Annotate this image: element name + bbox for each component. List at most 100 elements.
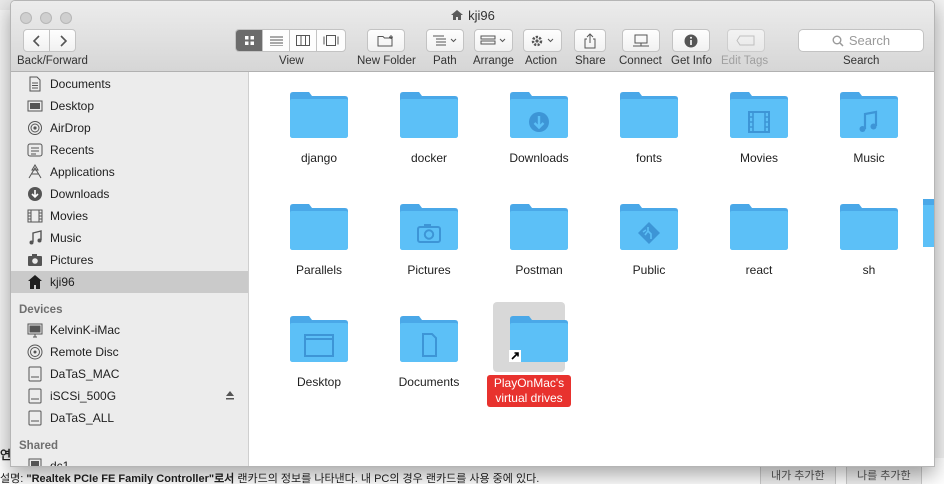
desktop-icon [27,100,43,112]
sidebar-item-movies[interactable]: Movies [11,205,248,227]
share-icon [584,32,596,48]
folder-item[interactable]: Public [604,201,694,281]
folder-icon [840,204,898,250]
new-folder-label: New Folder [357,55,416,67]
search-input[interactable]: Search [798,29,924,52]
sidebar-item-kelvink-imac[interactable]: KelvinK-iMac [11,319,248,341]
folder-icon [290,92,348,138]
folder-item[interactable]: react [714,201,804,281]
forward-button[interactable] [49,29,76,52]
sidebar-item-label: KelvinK-iMac [50,323,121,337]
gallery-view-icon [323,35,339,46]
new-folder-button[interactable] [367,29,405,52]
folder-icon [400,316,458,362]
folder-item[interactable]: Pictures [384,201,474,281]
sidebar-item-recents[interactable]: Recents [11,139,248,161]
folder-item[interactable]: Documents [384,313,474,393]
folder-icon [400,92,458,138]
folder-item[interactable]: Downloads [494,89,584,169]
tag-icon [736,35,755,46]
folder-name-selected: PlayOnMac's virtual drives [487,375,571,407]
sidebar-item-dc1[interactable]: dc1 [11,455,248,466]
edit-tags-label: Edit Tags [721,55,769,67]
chevron-right-icon [59,34,67,47]
back-button[interactable] [23,29,50,52]
music-icon-wrap [26,230,44,246]
search-label: Search [843,55,880,67]
view-icons-button[interactable] [236,30,263,51]
arrange-button[interactable] [474,29,513,52]
path-button[interactable] [426,29,464,52]
share-button[interactable] [574,29,606,52]
folder-item[interactable]: sh [824,201,914,281]
sidebar-item-downloads[interactable]: Downloads [11,183,248,205]
sidebar-item-remote-disc[interactable]: Remote Disc [11,341,248,363]
folder-icon [510,204,568,250]
sidebar-item-music[interactable]: Music [11,227,248,249]
folder-icon [510,92,568,138]
home-icon [28,275,42,289]
sidebar-item-datas-mac[interactable]: DaTaS_MAC [11,363,248,385]
background-bottom-text: 설명: "Realtek PCIe FE Family Controller"로… [0,473,540,484]
folder-name: Documents [398,375,460,389]
folder-item[interactable]: Desktop [274,313,364,393]
sidebar-item-desktop[interactable]: Desktop [11,95,248,117]
recents-icon-wrap [26,142,44,158]
file-browser-content: django docker Downloads fonts Movies Mus… [250,72,934,466]
sidebar-item-applications[interactable]: Applications [11,161,248,183]
get-info-button[interactable] [672,29,710,52]
applications-icon-wrap [26,164,44,180]
folder-icon [620,92,678,138]
home-icon-wrap [26,274,44,290]
folder-item[interactable]: Music [824,89,914,169]
action-label: Action [525,55,557,67]
background-page-left [0,10,10,484]
path-icon [433,35,457,46]
connect-label: Connect [619,55,662,67]
disc-icon [27,344,43,360]
airdrop-icon-wrap [26,120,44,136]
folder-name: fonts [635,151,662,165]
sidebar-item-iscsi-500g[interactable]: iSCSi_500G [11,385,248,407]
sidebar-item-label: iSCSi_500G [50,389,117,403]
action-button[interactable] [523,29,562,52]
folder-name: docker [410,151,448,165]
view-columns-button[interactable] [290,30,317,51]
connect-button[interactable] [622,29,660,52]
sidebar-item-label: Applications [50,165,115,179]
folder-name: Desktop [296,375,342,389]
sidebar-item-label: Documents [50,77,111,91]
folder-icon [620,204,678,250]
folder-item[interactable]: docker [384,89,474,169]
folder-item[interactable]: fonts [604,89,694,169]
sidebar-item-documents[interactable]: Documents [11,73,248,95]
folder-item[interactable]: Movies [714,89,804,169]
folder-icon [290,316,348,362]
list-view-icon [269,36,283,46]
folder-name: Postman [515,263,563,277]
folder-item[interactable]: Parallels [274,201,364,281]
folder-item[interactable]: Postman [494,201,584,281]
view-list-button[interactable] [263,30,290,51]
devices-header: Devices [19,304,63,316]
sidebar-item-airdrop[interactable]: AirDrop [11,117,248,139]
sidebar-item-label: DaTaS_ALL [50,411,115,425]
folder-item[interactable]: django [274,89,364,169]
imac-icon-wrap [26,322,44,338]
edit-tags-button[interactable] [727,29,765,52]
eject-icon[interactable] [225,390,235,400]
new-folder-icon [377,35,393,47]
view-gallery-button[interactable] [317,30,345,51]
sidebar-item-kji96[interactable]: kji96 [11,271,248,293]
folder-name: Public [632,263,666,277]
sidebar-item-label: Music [50,231,82,245]
connect-server-icon [633,34,649,46]
view-segmented-control [235,29,346,52]
folder-name: Music [853,151,885,165]
sidebar-item-datas-all[interactable]: DaTaS_ALL [11,407,248,429]
downloads-icon [28,187,42,201]
arrange-label: Arrange [473,55,514,67]
sidebar-item-pictures[interactable]: Pictures [11,249,248,271]
folder-name: Movies [739,151,778,165]
path-label: Path [433,55,457,67]
